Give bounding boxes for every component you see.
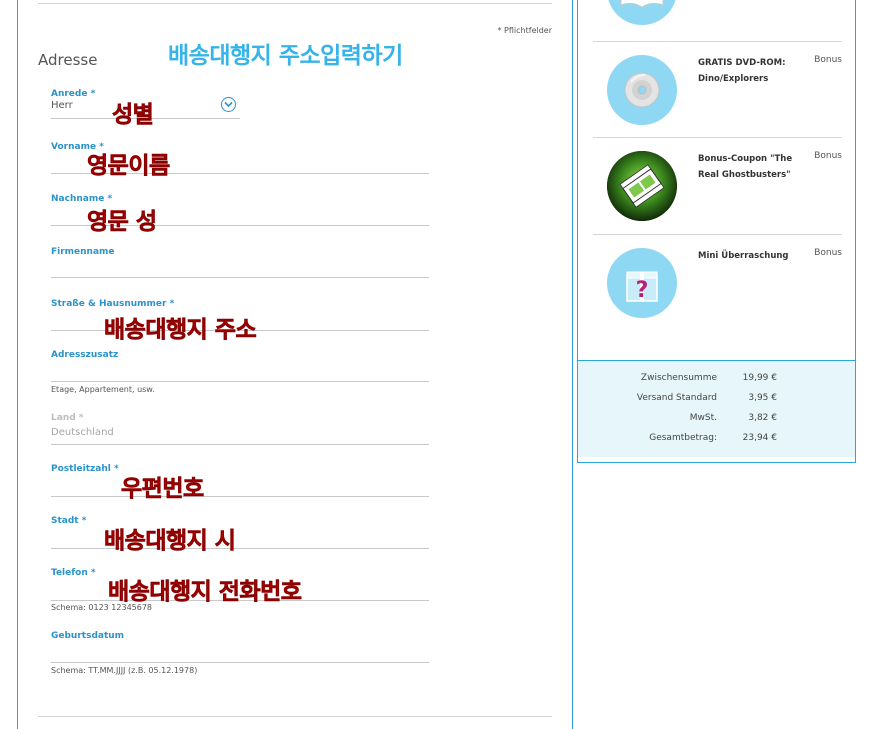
subtotal-row: Zwischensumme 19,99 €: [578, 373, 855, 387]
gift-question-icon: ?: [607, 248, 677, 318]
cart-item-badge: Bonus: [814, 248, 842, 258]
city-label: Stadt *: [51, 516, 87, 526]
annotation-last-name: 영문 성: [87, 209, 158, 236]
annotation-phone: 배송대행지 전화번호: [108, 579, 303, 606]
cart-item[interactable]: GRATIS DVD-ROM: Dino/Explorers Bonus: [593, 41, 842, 137]
order-totals: Zwischensumme 19,99 € Versand Standard 3…: [578, 360, 855, 457]
annotation-street: 배송대행지 주소: [104, 317, 257, 344]
annotation-city: 배송대행지 시: [104, 528, 237, 555]
shipping-value: 3,95 €: [748, 393, 777, 403]
subtotal-label: Zwischensumme: [640, 373, 717, 383]
cart-item[interactable]: Bonus-Coupon "The Real Ghostbusters" Bon…: [593, 137, 842, 233]
salutation-label: Anrede *: [51, 89, 96, 99]
country-label: Land *: [51, 413, 84, 423]
annotation-first-name: 영문이름: [87, 153, 171, 180]
item-divider: [593, 137, 842, 138]
annotation-zip: 우편번호: [121, 476, 205, 503]
shipping-label: Versand Standard: [636, 393, 717, 403]
address-extra-label: Adresszusatz: [51, 350, 119, 360]
film-icon: [607, 151, 677, 221]
country-underline: [51, 444, 429, 445]
cart-item-name: Bonus-Coupon "The Real Ghostbusters": [698, 154, 793, 180]
zip-underline: [51, 496, 429, 497]
company-label: Firmenname: [51, 247, 115, 257]
bottom-divider: [38, 716, 552, 717]
street-label: Straße & Hausnummer *: [51, 299, 175, 309]
cart-item-badge: Bonus: [814, 151, 842, 161]
chevron-down-icon[interactable]: [221, 97, 236, 112]
dvd-icon: [607, 55, 677, 125]
grand-total-row: Gesamtbetrag: 23,94 €: [578, 433, 855, 447]
company-underline: [51, 277, 429, 278]
phone-label: Telefon *: [51, 568, 96, 578]
grand-total-label: Gesamtbetrag:: [649, 433, 717, 443]
cart-item-badge: Bonus: [814, 55, 842, 65]
svg-text:?: ?: [636, 278, 649, 303]
country-value: Deutschland: [51, 427, 114, 438]
birthdate-underline: [51, 662, 429, 663]
address-extra-underline: [51, 381, 429, 382]
book-icon: [607, 0, 677, 25]
annotation-title: 배송대행지 주소입력하기: [168, 43, 403, 69]
cart-item-name: Mini Überraschung: [698, 251, 789, 261]
shipping-row: Versand Standard 3,95 €: [578, 393, 855, 407]
section-title: Adresse: [38, 51, 98, 69]
address-form-panel: * Pflichtfelder Adresse Anrede * Herr Vo…: [17, 0, 573, 729]
annotation-salutation: 성별: [112, 102, 154, 129]
birthdate-label: Geburtsdatum: [51, 631, 125, 641]
top-divider: [38, 3, 552, 4]
cart-item[interactable]: ? Mini Überraschung Bonus: [593, 234, 842, 330]
cart-item-name: GRATIS DVD-ROM: Dino/Explorers: [698, 58, 786, 84]
cart-summary-panel: GRATIS DVD-ROM: Dino/Explorers Bonus Bon…: [577, 0, 856, 463]
tax-row: MwSt. 3,82 €: [578, 413, 855, 427]
tax-value: 3,82 €: [748, 413, 777, 423]
tax-label: MwSt.: [689, 413, 717, 423]
grand-total-value: 23,94 €: [742, 433, 777, 443]
subtotal-value: 19,99 €: [742, 373, 777, 383]
zip-label: Postleitzahl *: [51, 464, 119, 474]
salutation-value: Herr: [51, 100, 73, 111]
item-divider: [593, 41, 842, 42]
address-extra-hint: Etage, Appartement, usw.: [51, 385, 155, 394]
birthdate-hint: Schema: TT.MM.JJJJ (z.B. 05.12.1978): [51, 666, 198, 675]
required-fields-note: * Pflichtfelder: [497, 26, 552, 35]
item-divider: [593, 234, 842, 235]
